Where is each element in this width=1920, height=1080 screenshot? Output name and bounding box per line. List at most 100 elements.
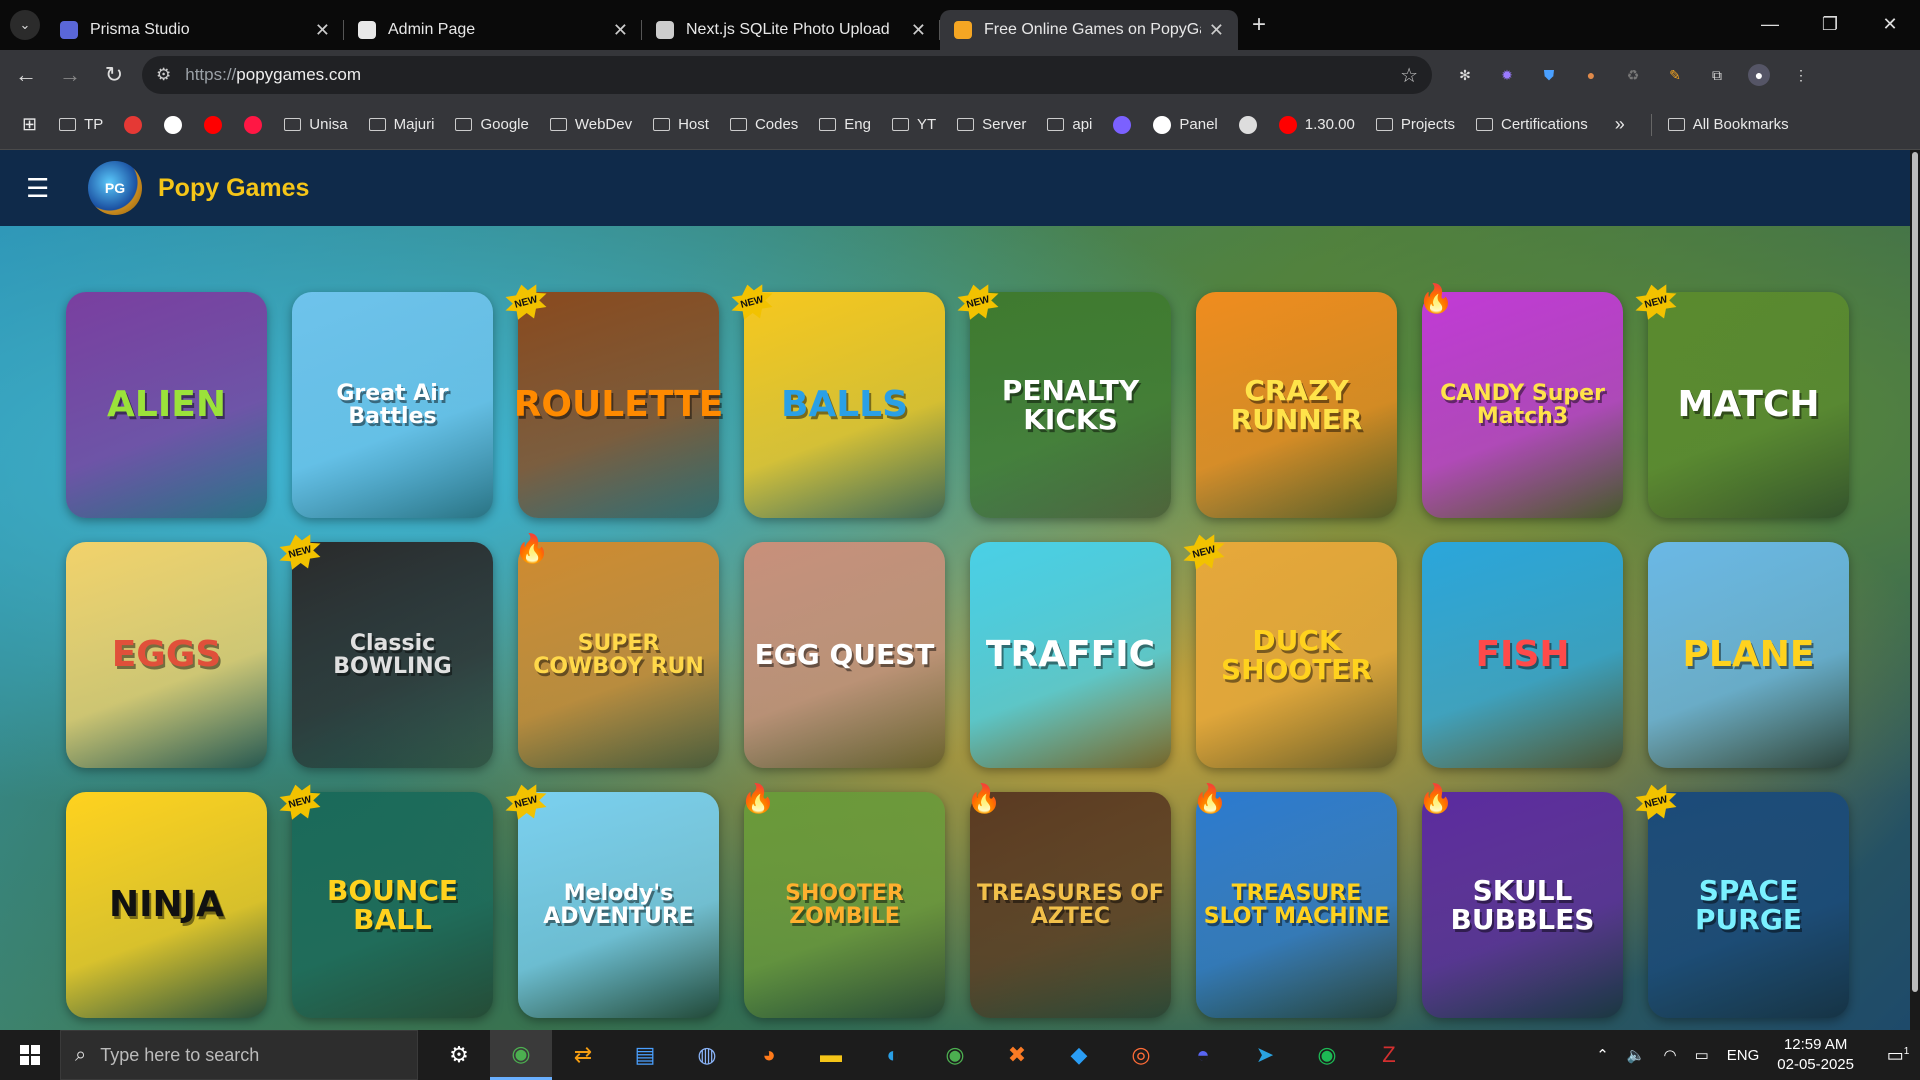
tab-close-icon[interactable]: ✕: [1209, 20, 1224, 41]
bookmark-item[interactable]: [1238, 115, 1265, 134]
tool-icon[interactable]: ⇄: [552, 1030, 614, 1080]
bookmark-folder[interactable]: Host: [653, 116, 709, 133]
bookmark-folder[interactable]: api: [1047, 116, 1092, 133]
bookmark-folder[interactable]: Projects: [1375, 116, 1455, 133]
extension-icon[interactable]: ♻: [1622, 64, 1644, 86]
game-card[interactable]: 🔥 SUPER COWBOY RUN: [515, 533, 719, 768]
bookmark-item[interactable]: Panel: [1153, 115, 1218, 134]
cookie-icon[interactable]: ●: [1580, 64, 1602, 86]
pen-icon[interactable]: ✎: [1664, 64, 1686, 86]
sidebar-toggle-icon[interactable]: ☰: [26, 173, 56, 204]
game-card[interactable]: NEW Classic BOWLING: [292, 542, 493, 768]
game-card[interactable]: NEW SPACE PURGE: [1648, 792, 1849, 1018]
bookmark-folder[interactable]: Server: [957, 116, 1026, 133]
tab-close-icon[interactable]: ✕: [613, 20, 628, 41]
tab-search-button[interactable]: ⌄: [10, 10, 40, 40]
bookmark-folder[interactable]: TP: [59, 116, 103, 133]
bookmark-item[interactable]: 1.30.00: [1278, 115, 1355, 134]
game-card[interactable]: FISH: [1422, 542, 1623, 768]
tab-close-icon[interactable]: ✕: [315, 20, 330, 41]
game-card[interactable]: NEW BOUNCE BALL: [292, 792, 493, 1018]
game-card[interactable]: NEW MATCH: [1648, 292, 1849, 518]
profile-avatar[interactable]: ●: [1748, 64, 1770, 86]
extension-icon[interactable]: ✹: [1496, 64, 1518, 86]
all-bookmarks-button[interactable]: All Bookmarks: [1667, 116, 1789, 133]
puzzle-icon[interactable]: ⧉: [1706, 64, 1728, 86]
tab-close-icon[interactable]: ✕: [911, 20, 926, 41]
game-card[interactable]: NINJA: [66, 792, 267, 1018]
edge-icon[interactable]: ◐: [862, 1030, 924, 1080]
shield-icon[interactable]: ⛊: [1538, 64, 1560, 86]
close-icon[interactable]: ✕: [1860, 0, 1920, 48]
bookmark-folder[interactable]: Unisa: [284, 116, 348, 133]
game-card[interactable]: 🔥 TREASURES OF AZTEC: [967, 783, 1171, 1018]
menu-kebab-icon[interactable]: ⋮: [1790, 64, 1812, 86]
restore-icon[interactable]: ❐: [1800, 0, 1860, 48]
browser-tab[interactable]: Admin Page ✕: [344, 10, 642, 50]
chrome-icon[interactable]: ◉: [490, 1030, 552, 1080]
game-card[interactable]: 🔥 TREASURE SLOT MACHINE: [1193, 783, 1397, 1018]
bookmark-folder[interactable]: Majuri: [368, 116, 434, 133]
minimize-icon[interactable]: —: [1740, 0, 1800, 48]
game-card[interactable]: EGGS: [66, 542, 267, 768]
game-card[interactable]: 🔥 SHOOTER ZOMBILE: [741, 783, 945, 1018]
explorer-icon[interactable]: ▬: [800, 1030, 862, 1080]
laptop-icon[interactable]: ▤: [614, 1030, 676, 1080]
apps-grid-icon[interactable]: ⊞: [22, 114, 37, 135]
discord-icon[interactable]: ◓: [1172, 1030, 1234, 1080]
show-hidden-icons[interactable]: ⌃: [1596, 1046, 1609, 1064]
settings-icon[interactable]: ⚙: [428, 1030, 490, 1080]
bookmark-folder[interactable]: Certifications: [1476, 116, 1588, 133]
xampp-icon[interactable]: ✖: [986, 1030, 1048, 1080]
firefox-icon[interactable]: ◕: [738, 1030, 800, 1080]
game-card[interactable]: NEW Melody's ADVENTURE: [518, 792, 719, 1018]
bookmark-folder[interactable]: WebDev: [549, 116, 632, 133]
volume-icon[interactable]: 🔈: [1627, 1046, 1646, 1064]
game-card[interactable]: NEW ROULETTE: [518, 292, 723, 518]
site-brand[interactable]: Popy Games: [158, 174, 309, 203]
game-card[interactable]: PLANE: [1648, 542, 1849, 768]
game-card[interactable]: NEW DUCK SHOOTER: [1196, 542, 1397, 768]
back-icon[interactable]: ←: [8, 57, 44, 93]
bookmark-item[interactable]: [1113, 115, 1139, 134]
clock[interactable]: 12:59 AM 02-05-2025: [1777, 1035, 1854, 1075]
language-indicator[interactable]: ENG: [1727, 1047, 1760, 1064]
game-card[interactable]: ALIEN: [66, 292, 267, 518]
game-card[interactable]: 🔥 SKULL BUBBLES: [1419, 783, 1623, 1018]
bookmarks-overflow-button[interactable]: »: [1615, 114, 1625, 135]
game-card[interactable]: NEW PENALTY KICKS: [970, 292, 1171, 518]
site-settings-icon[interactable]: ⚙: [156, 65, 171, 85]
bookmark-item[interactable]: [164, 115, 190, 134]
browser-tab[interactable]: Prisma Studio ✕: [46, 10, 344, 50]
reload-icon[interactable]: ↻: [96, 57, 132, 93]
game-card[interactable]: CRAZY RUNNER: [1196, 292, 1397, 518]
forward-icon[interactable]: →: [52, 57, 88, 93]
game-card[interactable]: NEW BALLS: [744, 292, 945, 518]
scrollbar-thumb[interactable]: [1912, 152, 1918, 992]
telegram-icon[interactable]: ➤: [1234, 1030, 1296, 1080]
new-tab-button[interactable]: +: [1252, 11, 1266, 39]
taskbar-search[interactable]: ⌕ Type here to search: [60, 1030, 418, 1080]
browser-tab[interactable]: Next.js SQLite Photo Upload ✕: [642, 10, 940, 50]
notification-center[interactable]: ▭1: [1876, 1045, 1920, 1066]
chrome-icon[interactable]: ◉: [924, 1030, 986, 1080]
page-scrollbar[interactable]: [1910, 150, 1920, 1030]
bookmark-folder[interactable]: YT: [892, 116, 936, 133]
bookmark-folder[interactable]: Eng: [819, 116, 871, 133]
extension-icon[interactable]: ✻: [1454, 64, 1476, 86]
postman-icon[interactable]: ◎: [1110, 1030, 1172, 1080]
game-card[interactable]: TRAFFIC: [970, 542, 1171, 768]
spotify-icon[interactable]: ◉: [1296, 1030, 1358, 1080]
bookmark-item[interactable]: [204, 115, 230, 134]
address-bar[interactable]: ⚙ https:// popygames.com ☆: [142, 56, 1432, 94]
game-card[interactable]: EGG QUEST: [744, 542, 945, 768]
filezilla-icon[interactable]: Z: [1358, 1030, 1420, 1080]
start-button[interactable]: [0, 1030, 60, 1080]
game-card[interactable]: Great Air Battles: [292, 292, 493, 518]
bookmark-folder[interactable]: Codes: [729, 116, 798, 133]
bookmark-star-icon[interactable]: ☆: [1400, 63, 1418, 88]
battery-icon[interactable]: ▭: [1695, 1046, 1709, 1064]
vscode-icon[interactable]: ◆: [1048, 1030, 1110, 1080]
popy-logo[interactable]: PG: [88, 161, 142, 215]
game-card[interactable]: 🔥 CANDY Super Match3: [1419, 283, 1623, 518]
